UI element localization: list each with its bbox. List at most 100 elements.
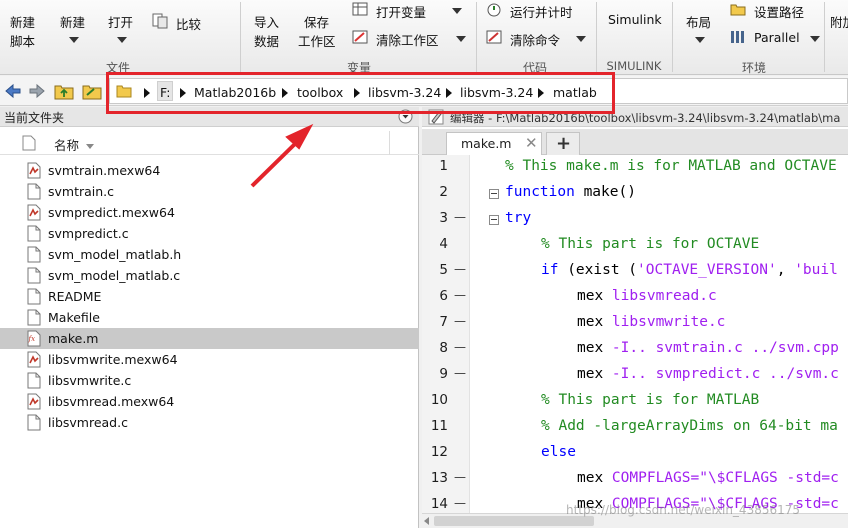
new-tab-button[interactable]: + — [546, 132, 580, 155]
file-row[interactable]: libsvmwrite.mexw64 — [0, 349, 419, 370]
file-row[interactable]: svmtrain.mexw64 — [0, 160, 419, 181]
toolstrip-ribbon: 新建 脚本 新建 打开 比较 文件 导入 数据 保存 工作区 打开变量 清除工作… — [0, 0, 848, 75]
file-row[interactable]: libsvmwrite.c — [0, 370, 419, 391]
forward-arrow-icon[interactable] — [28, 82, 46, 100]
layout-label: 布局 — [686, 15, 712, 30]
clear-workspace-button[interactable]: 清除工作区 — [352, 28, 470, 48]
text-file-icon — [27, 225, 41, 242]
save-workspace-button[interactable]: 保存 工作区 — [296, 2, 344, 58]
name-column-label: 名称 — [54, 138, 80, 153]
file-name: libsvmread.c — [48, 415, 128, 430]
file-row[interactable]: libsvmread.c — [0, 412, 419, 433]
text-file-icon — [27, 372, 41, 389]
scroll-left-icon[interactable] — [424, 517, 429, 525]
clear-commands-button[interactable]: 清除命令 — [486, 28, 590, 48]
breakpoint-marker[interactable]: — — [454, 470, 466, 484]
file-name: make.m — [48, 331, 99, 346]
open-label: 打开 — [108, 15, 134, 30]
open-variable-button[interactable]: 打开变量 — [352, 0, 470, 20]
file-row[interactable]: fx make.m — [0, 328, 419, 349]
import-data-button[interactable]: 导入 数据 — [248, 2, 288, 58]
folder-path-icon — [730, 4, 746, 16]
close-icon[interactable]: ✕ — [525, 134, 538, 152]
code-token: mex — [577, 288, 612, 304]
sort-down-icon — [86, 144, 94, 149]
code-line: function make() — [505, 184, 636, 200]
code-line: mex libsvmwrite.c — [577, 314, 725, 330]
run-and-time-button[interactable]: 运行并计时 — [486, 0, 586, 20]
fold-toggle-icon[interactable] — [489, 189, 499, 199]
code-token: , — [776, 262, 795, 278]
compare-icon — [152, 13, 168, 29]
line-number: 5 — [439, 262, 448, 278]
chevron-down-icon — [117, 37, 127, 43]
breakpoint-marker[interactable]: — — [454, 288, 466, 302]
line-number: 11 — [430, 418, 448, 434]
tab-label: make.m — [461, 136, 512, 151]
editor-tabstrip: make.m ✕ + — [422, 129, 848, 155]
eraser-icon — [352, 30, 368, 44]
new-label: 新建 — [60, 15, 86, 30]
breakpoint-marker[interactable]: — — [454, 262, 466, 276]
file-row[interactable]: svm_model_matlab.c — [0, 265, 419, 286]
code-token: mex — [577, 470, 612, 486]
code-line: % This part is for OCTAVE — [541, 236, 759, 252]
layout-button[interactable]: 布局 — [680, 2, 720, 58]
file-row[interactable]: svmpredict.mexw64 — [0, 202, 419, 223]
file-name: Makefile — [48, 310, 100, 325]
editor-panel: 编辑器 - F:\Matlab2016b\toolbox\libsvm-3.24… — [422, 107, 848, 528]
up-folder-icon[interactable] — [54, 81, 74, 101]
clear-commands-icon — [486, 30, 502, 44]
import-label-2: 数据 — [254, 34, 280, 49]
parallel-icon — [731, 31, 744, 43]
open-button[interactable]: 打开 — [102, 2, 142, 58]
text-file-icon — [27, 309, 41, 326]
file-type-column-icon — [22, 135, 36, 151]
name-column-header[interactable]: 名称 — [54, 135, 94, 154]
file-name: svmpredict.c — [48, 226, 129, 241]
fold-toggle-icon[interactable] — [489, 215, 499, 225]
file-name: svmtrain.c — [48, 184, 115, 199]
file-row[interactable]: svmpredict.c — [0, 223, 419, 244]
breakpoint-marker[interactable]: — — [454, 496, 466, 510]
new-script-button[interactable]: 新建 脚本 — [2, 2, 48, 58]
back-arrow-icon[interactable] — [4, 82, 22, 100]
file-row[interactable]: svm_model_matlab.h — [0, 244, 419, 265]
file-row[interactable]: svmtrain.c — [0, 181, 419, 202]
line-number: 3 — [439, 210, 448, 226]
scrollbar-thumb[interactable] — [434, 516, 594, 526]
panel-title: 当前文件夹 — [4, 111, 65, 125]
text-file-icon — [27, 246, 41, 263]
file-row[interactable]: README — [0, 286, 419, 307]
breakpoint-marker[interactable]: — — [454, 314, 466, 328]
file-row[interactable]: libsvmread.mexw64 — [0, 391, 419, 412]
code-token: make() — [574, 184, 636, 200]
svg-text:fx: fx — [28, 335, 36, 343]
tab-make-m[interactable]: make.m ✕ — [446, 132, 542, 155]
file-list-header: 名称 — [0, 131, 419, 155]
new-button[interactable]: 新建 — [54, 2, 94, 58]
code-token: (exist ( — [558, 262, 638, 278]
code-line: mex -I.. svmtrain.c ../svm.cpp — [577, 340, 839, 356]
compare-button[interactable]: 比较 — [152, 12, 212, 32]
breakpoint-marker[interactable]: — — [454, 340, 466, 354]
import-label-1: 导入 — [254, 15, 280, 30]
file-row[interactable]: Makefile — [0, 307, 419, 328]
clear-workspace-label: 清除工作区 — [376, 33, 439, 48]
set-path-button[interactable]: 设置路径 — [730, 0, 820, 20]
code-token: -I.. svmpredict.c ../svm.c — [611, 366, 839, 382]
code-token: try — [505, 210, 532, 226]
line-number: 2 — [439, 184, 448, 200]
watermark-text: https://blog.csdn.net/weixin_43856175 — [566, 503, 801, 517]
breakpoint-marker[interactable]: — — [454, 210, 466, 224]
line-number: 1 — [439, 158, 448, 174]
simulink-button[interactable]: Simulink — [602, 2, 666, 58]
addons-button[interactable]: 附加 — [828, 2, 848, 58]
browse-folder-icon[interactable] — [82, 81, 102, 101]
save-ws-label-2: 工作区 — [298, 34, 336, 49]
breakpoint-marker[interactable]: — — [454, 366, 466, 380]
line-number: 12 — [430, 444, 448, 460]
code-token: % This part is for MATLAB — [541, 392, 760, 408]
parallel-button[interactable]: Parallel — [730, 28, 824, 48]
plus-icon: + — [556, 133, 572, 154]
